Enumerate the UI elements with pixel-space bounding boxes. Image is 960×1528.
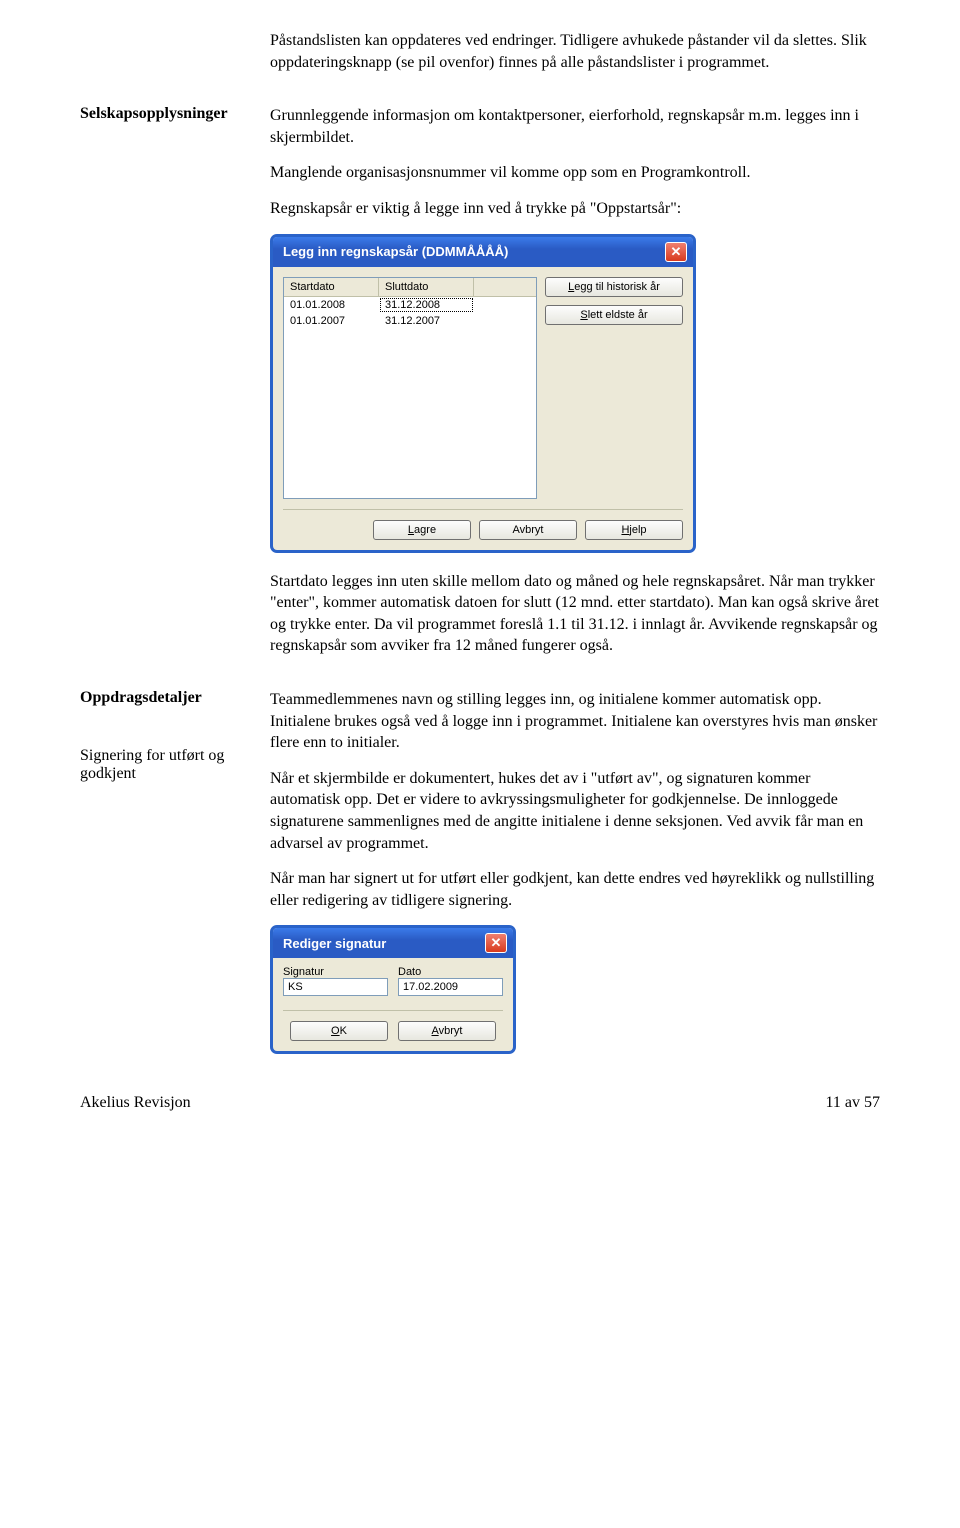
btn-slett-eldste-aar[interactable]: Slett eldste år — [545, 305, 683, 325]
cell-start: 01.01.2007 — [284, 313, 379, 329]
btn-hjelp[interactable]: Hjelp — [585, 520, 683, 540]
input-dato[interactable] — [398, 978, 503, 996]
close-icon[interactable]: ✕ — [485, 933, 507, 953]
footer-right: 11 av 57 — [825, 1094, 880, 1112]
year-grid[interactable]: Startdato Sluttdato 01.01.2008 31.12.200… — [283, 277, 537, 499]
dialog-title: Rediger signatur — [283, 936, 386, 951]
btn-legg-til-historisk-aar[interactable]: Legg til historisk år — [545, 277, 683, 297]
section-subheading-signering: Signering for utført og godkjent — [80, 747, 270, 783]
close-icon[interactable]: ✕ — [665, 242, 687, 262]
label-signatur: Signatur — [283, 966, 388, 978]
grid-header-startdato: Startdato — [284, 278, 379, 296]
btn-lagre[interactable]: Lagre — [373, 520, 471, 540]
body-text: Når man har signert ut for utført eller … — [270, 868, 880, 911]
table-row[interactable]: 01.01.2008 31.12.2008 — [284, 297, 536, 313]
dialog-titlebar: Legg inn regnskapsår (DDMMÅÅÅÅ) ✕ — [273, 237, 693, 267]
body-text: Regnskapsår er viktig å legge inn ved å … — [270, 198, 880, 220]
cell-slutt: 31.12.2007 — [379, 313, 474, 329]
btn-avbryt[interactable]: Avbryt — [479, 520, 577, 540]
body-text: Når et skjermbilde er dokumentert, hukes… — [270, 768, 880, 854]
btn-ok[interactable]: OK — [290, 1021, 388, 1041]
section-heading-selskapsopplysninger: Selskapsopplysninger — [80, 105, 270, 123]
page-footer: Akelius Revisjon 11 av 57 — [80, 1094, 880, 1112]
section-heading-oppdragsdetaljer: Oppdragsdetaljer — [80, 689, 270, 707]
input-signatur[interactable] — [283, 978, 388, 996]
dialog-titlebar: Rediger signatur ✕ — [273, 928, 513, 958]
btn-avbryt[interactable]: Avbryt — [398, 1021, 496, 1041]
body-text: Teammedlemmenes navn og stilling legges … — [270, 689, 880, 754]
table-row[interactable]: 01.01.2007 31.12.2007 — [284, 313, 536, 329]
body-text: Startdato legges inn uten skille mellom … — [270, 571, 880, 657]
dialog-rediger-signatur: Rediger signatur ✕ Signatur Dato — [270, 925, 516, 1054]
dialog-title: Legg inn regnskapsår (DDMMÅÅÅÅ) — [283, 244, 508, 259]
body-text: Manglende organisasjonsnummer vil komme … — [270, 162, 880, 184]
cell-slutt: 31.12.2008 — [379, 297, 474, 313]
footer-left: Akelius Revisjon — [80, 1094, 191, 1112]
body-text: Grunnleggende informasjon om kontaktpers… — [270, 105, 880, 148]
intro-paragraph: Påstandslisten kan oppdateres ved endrin… — [270, 30, 880, 73]
dialog-regnskapsaar: Legg inn regnskapsår (DDMMÅÅÅÅ) ✕ Startd… — [270, 234, 696, 553]
label-dato: Dato — [398, 966, 503, 978]
grid-header-sluttdato: Sluttdato — [379, 278, 474, 296]
cell-start: 01.01.2008 — [284, 297, 379, 313]
